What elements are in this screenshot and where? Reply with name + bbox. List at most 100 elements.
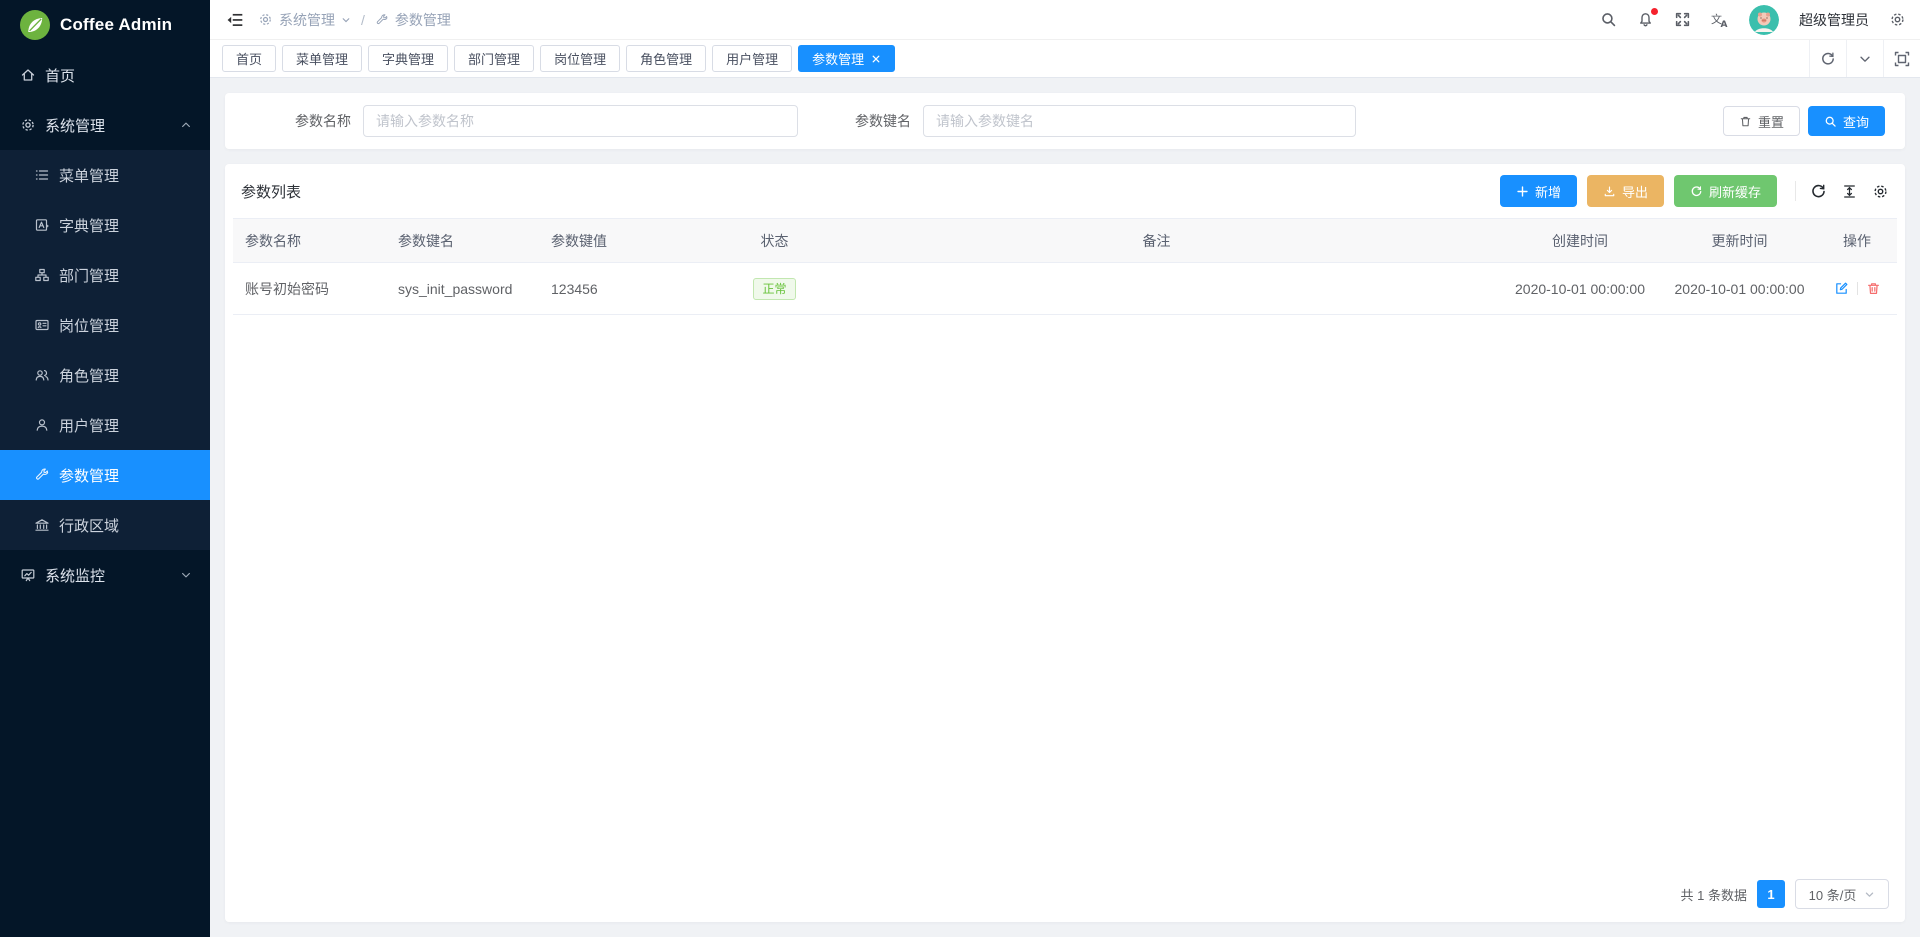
- cell-created: 2020-10-01 00:00:00: [1498, 263, 1662, 315]
- tab-dict-mgmt[interactable]: 字典管理: [368, 45, 448, 72]
- cell-param-name: 账号初始密码: [233, 263, 386, 315]
- sidebar-item-label: 用户管理: [59, 415, 119, 436]
- refresh-page-icon[interactable]: [1809, 40, 1846, 77]
- column-settings-gear-icon[interactable]: [1872, 183, 1889, 200]
- user-name[interactable]: 超级管理员: [1799, 10, 1869, 30]
- sidebar-item-user-mgmt[interactable]: 用户管理: [0, 400, 210, 450]
- param-key-label: 参数键名: [855, 111, 911, 131]
- param-name-label: 参数名称: [295, 111, 351, 131]
- collapse-sidebar-icon[interactable]: [226, 11, 244, 29]
- refresh-table-icon[interactable]: [1810, 183, 1827, 200]
- menu-list-icon: [34, 167, 50, 183]
- plus-icon: [1516, 185, 1529, 198]
- content-fullscreen-icon[interactable]: [1883, 40, 1920, 77]
- svg-text:A: A: [1721, 20, 1728, 29]
- col-param-key: 参数键名: [386, 219, 539, 263]
- tab-post-mgmt[interactable]: 岗位管理: [540, 45, 620, 72]
- sidebar-item-param-mgmt[interactable]: 参数管理: [0, 450, 210, 500]
- close-tab-icon[interactable]: [871, 54, 881, 64]
- tabs-dropdown-chevron-icon[interactable]: [1846, 40, 1883, 77]
- row-density-icon[interactable]: [1841, 183, 1858, 200]
- refresh-cache-button-label: 刷新缓存: [1709, 182, 1761, 201]
- dictionary-icon: [34, 217, 50, 233]
- page-1-button[interactable]: 1: [1757, 880, 1785, 908]
- tab-param-mgmt[interactable]: 参数管理: [798, 45, 895, 72]
- export-button[interactable]: 导出: [1587, 175, 1664, 207]
- table-row: 账号初始密码 sys_init_password 123456 正常 2020-…: [233, 263, 1897, 315]
- sidebar-item-dict-mgmt[interactable]: 字典管理: [0, 200, 210, 250]
- notification-badge: [1651, 8, 1658, 15]
- search-icon[interactable]: [1600, 11, 1617, 28]
- translate-icon[interactable]: 文A: [1711, 11, 1729, 29]
- cell-status: 正常: [734, 263, 815, 315]
- org-tree-icon: [34, 267, 50, 283]
- wrench-icon: [375, 13, 389, 27]
- sidebar-item-post-mgmt[interactable]: 岗位管理: [0, 300, 210, 350]
- tab-label: 部门管理: [468, 49, 520, 68]
- sidebar-item-dept-mgmt[interactable]: 部门管理: [0, 250, 210, 300]
- breadcrumb-system[interactable]: 系统管理: [258, 10, 351, 30]
- chevron-down-icon: [180, 569, 192, 581]
- search-button[interactable]: 查询: [1808, 106, 1885, 136]
- chevron-up-icon: [180, 119, 192, 131]
- tab-home[interactable]: 首页: [222, 45, 276, 72]
- notification-bell-icon[interactable]: [1637, 11, 1654, 28]
- sidebar-item-menu-mgmt[interactable]: 菜单管理: [0, 150, 210, 200]
- tab-label: 角色管理: [640, 49, 692, 68]
- refresh-cache-button[interactable]: 刷新缓存: [1674, 175, 1777, 207]
- main-area: 系统管理 / 参数管理: [210, 0, 1920, 937]
- col-created: 创建时间: [1498, 219, 1662, 263]
- edit-row-icon[interactable]: [1834, 281, 1849, 296]
- logo[interactable]: Coffee Admin: [0, 0, 210, 50]
- tab-dept-mgmt[interactable]: 部门管理: [454, 45, 534, 72]
- sidebar-item-label: 系统管理: [45, 115, 105, 136]
- tab-label: 首页: [236, 49, 262, 68]
- tab-menu-mgmt[interactable]: 菜单管理: [282, 45, 362, 72]
- fullscreen-icon[interactable]: [1674, 11, 1691, 28]
- coffee-leaf-logo-icon: [20, 10, 50, 40]
- settings-gear-icon[interactable]: [1889, 11, 1906, 28]
- cell-updated: 2020-10-01 00:00:00: [1662, 263, 1817, 315]
- tab-role-mgmt[interactable]: 角色管理: [626, 45, 706, 72]
- tab-user-mgmt[interactable]: 用户管理: [712, 45, 792, 72]
- page-size-select[interactable]: 10 条/页: [1795, 879, 1889, 909]
- cell-param-key: sys_init_password: [386, 263, 539, 315]
- bank-icon: [34, 517, 50, 533]
- breadcrumb-level1: 系统管理: [279, 10, 335, 30]
- card-title: 参数列表: [241, 181, 301, 202]
- sidebar-item-monitor[interactable]: 系统监控: [0, 550, 210, 600]
- chevron-down-icon: [1864, 889, 1875, 900]
- param-table: 参数名称 参数键名 参数键值 状态 备注 创建时间 更新时间 操作: [233, 218, 1897, 315]
- sidebar-item-region[interactable]: 行政区域: [0, 500, 210, 550]
- param-key-input[interactable]: [923, 105, 1356, 137]
- sidebar-item-role-mgmt[interactable]: 角色管理: [0, 350, 210, 400]
- cell-remark: [815, 263, 1498, 315]
- app-root: Coffee Admin 首页 系统管理 菜单管理 字典管理 部: [0, 0, 1920, 937]
- col-param-name: 参数名称: [233, 219, 386, 263]
- content-area: 参数名称 参数键名 重置 查询 参数列表: [210, 78, 1920, 937]
- sidebar-item-home[interactable]: 首页: [0, 50, 210, 100]
- cell-actions: [1817, 263, 1897, 315]
- col-remark: 备注: [815, 219, 1498, 263]
- reset-button[interactable]: 重置: [1723, 106, 1800, 136]
- col-actions: 操作: [1817, 219, 1897, 263]
- search-button-label: 查询: [1843, 112, 1869, 131]
- system-submenu: 菜单管理 字典管理 部门管理 岗位管理 角色管理 用户管理: [0, 150, 210, 550]
- sidebar-item-system[interactable]: 系统管理: [0, 100, 210, 150]
- sidebar-item-label: 系统监控: [45, 565, 105, 586]
- gear-icon: [258, 12, 273, 27]
- navbar: 系统管理 / 参数管理: [210, 0, 1920, 40]
- reset-button-label: 重置: [1758, 112, 1784, 131]
- monitor-icon: [20, 567, 36, 583]
- breadcrumb-separator: /: [361, 12, 365, 28]
- breadcrumb-params[interactable]: 参数管理: [375, 10, 451, 30]
- col-updated: 更新时间: [1662, 219, 1817, 263]
- add-button[interactable]: 新增: [1500, 175, 1577, 207]
- home-icon: [20, 67, 36, 83]
- search-icon: [1824, 115, 1837, 128]
- app-title: Coffee Admin: [60, 15, 172, 35]
- user-avatar[interactable]: [1749, 5, 1779, 35]
- delete-row-icon[interactable]: [1866, 281, 1881, 296]
- param-name-input[interactable]: [363, 105, 798, 137]
- tab-label: 用户管理: [726, 49, 778, 68]
